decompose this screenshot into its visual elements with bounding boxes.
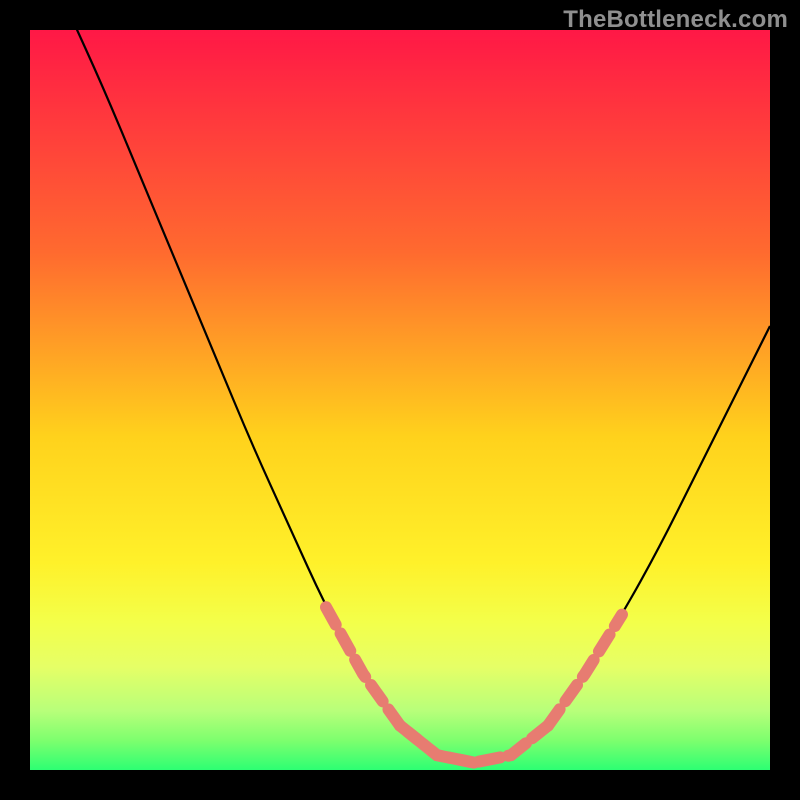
plot-area: [30, 30, 770, 770]
chart-frame: TheBottleneck.com: [0, 0, 800, 800]
highlight-bottom: [400, 726, 548, 763]
highlight-right: [548, 615, 622, 726]
highlight-left: [326, 607, 474, 762]
bottleneck-curve: [67, 30, 770, 761]
curve-layer: [30, 30, 770, 770]
